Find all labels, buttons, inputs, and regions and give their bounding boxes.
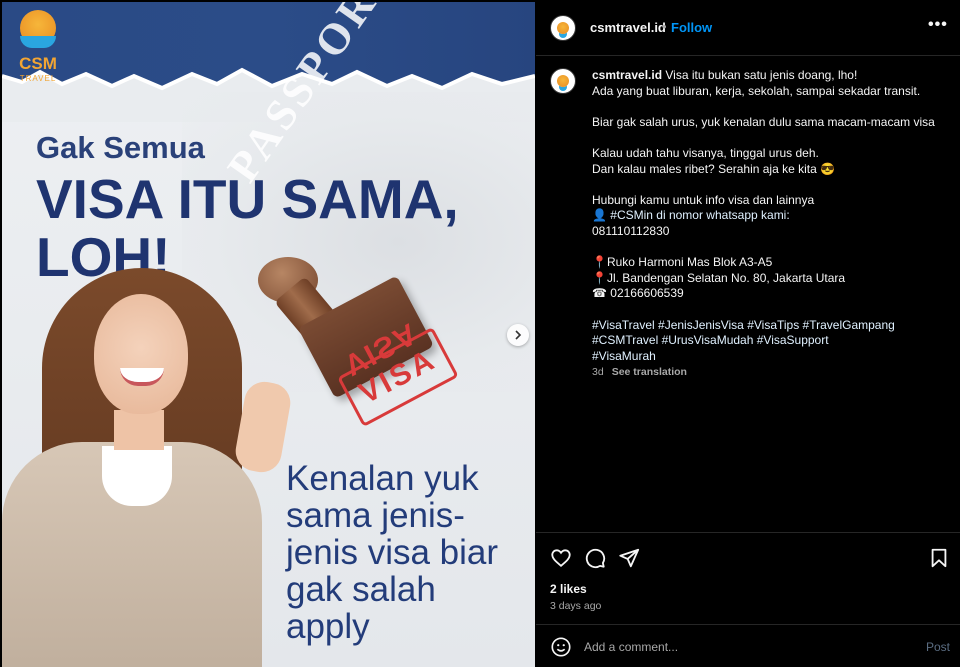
avatar-logo-icon xyxy=(557,22,569,34)
caption-body: csmtravel.id Visa itu bukan satu jenis d… xyxy=(592,68,948,364)
avatar[interactable] xyxy=(550,15,576,41)
header-separator: • xyxy=(662,19,667,34)
logo-subtext: TRAVEL xyxy=(19,74,57,83)
comment-bar: Post xyxy=(536,624,960,667)
caption-line: Ada yang buat liburan, kerja, sekolah, s… xyxy=(592,83,921,98)
subtext-line: jenis visa biar xyxy=(286,533,499,572)
hashtag-line[interactable]: #VisaTravel #JenisJenisVisa #VisaTips #T… xyxy=(592,318,948,334)
post-image: PASSPORT CSM TRAVEL Gak Semua VISA ITU S… xyxy=(2,2,535,667)
post-comment-button[interactable]: Post xyxy=(926,640,950,654)
chevron-right-icon xyxy=(515,330,522,340)
subtext: Kenalan yuk sama jenis- jenis visa biar … xyxy=(286,460,535,645)
bookmark-icon[interactable] xyxy=(928,547,950,569)
subtext-line: sama jenis- xyxy=(286,496,465,535)
caption-line: 📍Ruko Harmoni Mas Blok A3-A5 xyxy=(592,255,773,270)
woman-neck xyxy=(114,410,164,450)
comment-icon[interactable] xyxy=(584,547,606,569)
caption-line xyxy=(592,130,948,146)
emoji-icon[interactable] xyxy=(550,636,572,658)
heading-big-line1: VISA ITU SAMA, xyxy=(36,168,459,230)
next-slide-button[interactable] xyxy=(507,324,529,346)
subtext-line: apply xyxy=(286,607,370,646)
posted-time: 3 days ago xyxy=(550,600,602,612)
action-bar xyxy=(536,532,960,580)
avatar-logo-icon xyxy=(557,75,569,87)
logo-wave-icon xyxy=(20,36,56,48)
caption-line: Dan kalau males ribet? Serahin aja ke ki… xyxy=(592,161,836,176)
post-viewer: PASSPORT CSM TRAVEL Gak Semua VISA ITU S… xyxy=(0,0,960,667)
post-sidebar: csmtravel.id • Follow ••• csmtravel.id V… xyxy=(536,0,960,667)
more-options-icon[interactable]: ••• xyxy=(928,16,948,34)
caption-line: ☎ 02166606539 xyxy=(592,286,684,301)
hashtag-line[interactable]: #CSMTravel #UrusVisaMudah #VisaSupport xyxy=(592,333,948,349)
caption-line: Biar gak salah urus, yuk kenalan dulu sa… xyxy=(592,114,935,129)
post-header: csmtravel.id • Follow ••• xyxy=(536,0,960,56)
follow-button[interactable]: Follow xyxy=(671,20,712,35)
logo-text: CSM xyxy=(19,54,57,73)
share-icon[interactable] xyxy=(618,547,640,569)
caption-meta: 3d See translation xyxy=(592,366,687,378)
caption-line xyxy=(592,177,948,193)
woman-face xyxy=(94,294,188,414)
subtext-line: gak salah xyxy=(286,570,436,609)
likes-count[interactable]: 2 likes xyxy=(550,582,587,596)
heart-icon[interactable] xyxy=(550,547,572,569)
caption-username[interactable]: csmtravel.id xyxy=(592,68,662,82)
caption-line: 📍Jl. Bandengan Selatan No. 80, Jakarta U… xyxy=(592,270,846,285)
caption-line xyxy=(592,302,948,318)
caption-age: 3d xyxy=(592,366,604,378)
caption-line[interactable]: 👤 #CSMin di nomor whatsapp kami: xyxy=(592,208,948,224)
woman-illustration xyxy=(2,262,302,667)
csm-travel-logo: CSM TRAVEL xyxy=(12,10,64,86)
hashtag-line[interactable]: #VisaMurah xyxy=(592,349,948,365)
woman-shirt xyxy=(102,446,172,506)
header-username[interactable]: csmtravel.id xyxy=(590,20,666,35)
comment-input[interactable] xyxy=(584,638,884,656)
see-translation-link[interactable]: See translation xyxy=(612,366,687,378)
caption-line xyxy=(592,240,948,256)
caption-line: 081110112830 xyxy=(592,223,670,238)
caption-line: Visa itu bukan satu jenis doang, lho! xyxy=(665,68,858,82)
caption-line: Kalau udah tahu visanya, tinggal urus de… xyxy=(592,145,819,160)
caption-line xyxy=(592,99,948,115)
subtext-line: Kenalan yuk xyxy=(286,459,479,498)
heading-small: Gak Semua xyxy=(36,130,205,165)
caption-line: Hubungi kamu untuk info visa dan lainnya xyxy=(592,192,815,207)
caption-avatar[interactable] xyxy=(550,68,576,94)
